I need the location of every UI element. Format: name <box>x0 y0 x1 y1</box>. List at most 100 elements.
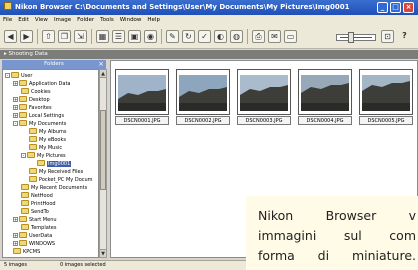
minimize-button[interactable]: _ <box>377 2 388 13</box>
view-preview-icon[interactable]: ▣ <box>128 30 141 43</box>
thumbnail-frame <box>298 69 352 115</box>
description-line-2: immagini sul com <box>258 228 416 243</box>
view-list-icon[interactable]: ☰ <box>112 30 125 43</box>
camera-icon[interactable]: ◉ <box>144 30 157 43</box>
folder-item[interactable]: + Favorites <box>13 104 52 112</box>
menu-folder[interactable]: Folder <box>74 17 97 23</box>
folder-icon <box>19 232 27 238</box>
folder-item[interactable]: NetHood <box>13 192 53 200</box>
zoom-slider-handle[interactable] <box>348 32 355 43</box>
folder-icon <box>19 96 27 102</box>
scroll-up-icon[interactable]: ▲ <box>100 70 106 78</box>
folder-label: Img0001 <box>47 161 72 167</box>
folder-item[interactable]: - My Documents <box>13 120 66 128</box>
menu-window[interactable]: Window <box>117 17 145 23</box>
menu-file[interactable]: File <box>0 17 15 23</box>
folder-item[interactable]: + Application Data <box>13 80 70 88</box>
expand-icon[interactable]: + <box>13 217 18 222</box>
thumbnail[interactable]: DSCN0002.JPG <box>176 69 230 125</box>
globe-icon[interactable]: ◍ <box>230 30 243 43</box>
folder-item[interactable]: + WINDOWS <box>13 240 55 248</box>
folder-item[interactable]: - User <box>5 72 32 80</box>
folder-item[interactable]: Cookies <box>13 88 51 96</box>
slideshow-icon[interactable]: ▭ <box>284 30 297 43</box>
expand-icon[interactable]: + <box>13 97 18 102</box>
print-icon[interactable]: ⎙ <box>252 30 265 43</box>
help-icon[interactable]: ? <box>398 30 411 43</box>
zoom-fit-icon[interactable]: ⊡ <box>381 30 394 43</box>
folder-item[interactable]: Templates <box>13 224 56 232</box>
folder-icon <box>37 160 45 166</box>
shooting-data-bar[interactable]: ▸ Shooting Data <box>0 50 418 59</box>
folder-item[interactable]: My Recent Documents <box>13 184 87 192</box>
thumbnail[interactable]: DSCN0003.JPG <box>237 69 291 125</box>
close-button[interactable]: × <box>403 2 414 13</box>
zoom-slider-track <box>340 37 372 38</box>
description-line-1: Nikon Browser v <box>258 208 416 223</box>
maximize-button[interactable]: □ <box>390 2 401 13</box>
folder-item[interactable]: My Received Files <box>21 168 83 176</box>
description-line-3: forma di miniature. <box>258 248 416 263</box>
folder-label: PrintHood <box>31 201 56 207</box>
forward-icon[interactable]: ▶ <box>20 30 33 43</box>
scroll-thumb[interactable] <box>100 110 106 190</box>
collapse-icon[interactable]: - <box>13 121 18 126</box>
folder-item[interactable]: + UserData <box>13 232 52 240</box>
menu-tools[interactable]: Tools <box>97 17 117 23</box>
check-icon[interactable]: ✓ <box>198 30 211 43</box>
folder-label: User <box>21 73 33 79</box>
view-thumbnail-icon[interactable]: ▦ <box>96 30 109 43</box>
landscape-photo <box>179 75 227 111</box>
edit-icon[interactable]: ✎ <box>166 30 179 43</box>
expand-icon[interactable]: + <box>13 113 18 118</box>
menu-view[interactable]: View <box>32 17 51 23</box>
folder-item[interactable]: - My Pictures <box>21 152 66 160</box>
thumbnail-image <box>179 75 227 111</box>
description-text: Nikon Browser v immagini sul com forma di … <box>258 206 416 266</box>
folder-item[interactable]: Pocket_PC My Docum <box>21 176 93 184</box>
thumbnail[interactable]: DSCN0005.JPG <box>359 69 413 125</box>
collapse-icon[interactable]: - <box>5 73 10 78</box>
folder-item[interactable]: + Local Settings <box>13 112 64 120</box>
folder-icon <box>19 216 27 222</box>
app-icon <box>4 2 12 10</box>
close-pane-icon[interactable]: × <box>98 60 104 69</box>
folder-item[interactable]: + Start Menu <box>13 216 57 224</box>
expand-icon[interactable]: + <box>13 81 18 86</box>
folder-item[interactable]: + Desktop <box>13 96 50 104</box>
filter-icon[interactable]: ◐ <box>214 30 227 43</box>
title-bar: Nikon Browser C:\Documents and Settings\… <box>0 0 418 15</box>
copy-icon[interactable]: ❐ <box>58 30 71 43</box>
collapse-icon[interactable]: - <box>21 153 26 158</box>
folder-item[interactable]: PrintHood <box>13 200 56 208</box>
menu-help[interactable]: Help <box>144 17 163 23</box>
expand-icon[interactable]: + <box>13 241 18 246</box>
window-title: Nikon Browser C:\Documents and Settings\… <box>15 3 350 11</box>
folder-item[interactable]: Img0001 <box>29 160 72 168</box>
scroll-down-icon[interactable]: ▼ <box>100 249 106 257</box>
thumbnail[interactable]: DSCN0001.JPG <box>115 69 169 125</box>
thumbnail[interactable]: DSCN0004.JPG <box>298 69 352 125</box>
folder-item[interactable]: My Albums <box>21 128 67 136</box>
expand-icon[interactable]: + <box>13 233 18 238</box>
menu-image[interactable]: Image <box>51 17 74 23</box>
folder-label: My Documents <box>29 121 67 127</box>
folder-icon <box>27 152 35 158</box>
folder-tree: - User + Application Data Cookies + Desktop + Fa… <box>2 69 99 258</box>
expand-icon[interactable]: + <box>13 105 18 110</box>
folder-item[interactable]: My Music <box>21 144 62 152</box>
folders-pane-header: Folders × <box>2 60 106 69</box>
shooting-data-label: Shooting Data <box>8 51 48 57</box>
folder-tree-scrollbar[interactable]: ▲ ▼ <box>99 69 107 258</box>
email-icon[interactable]: ✉ <box>268 30 281 43</box>
folder-up-icon[interactable]: ⇧ <box>42 30 55 43</box>
folder-icon <box>19 120 27 126</box>
menu-edit[interactable]: Edit <box>15 17 32 23</box>
folder-item[interactable]: My eBooks <box>21 136 66 144</box>
folder-item[interactable]: SendTo <box>13 208 49 216</box>
folder-item[interactable]: KPCMS <box>5 248 40 256</box>
export-icon[interactable]: ⇲ <box>74 30 87 43</box>
zoom-slider[interactable] <box>336 32 376 43</box>
back-icon[interactable]: ◀ <box>4 30 17 43</box>
rotate-icon[interactable]: ↻ <box>182 30 195 43</box>
